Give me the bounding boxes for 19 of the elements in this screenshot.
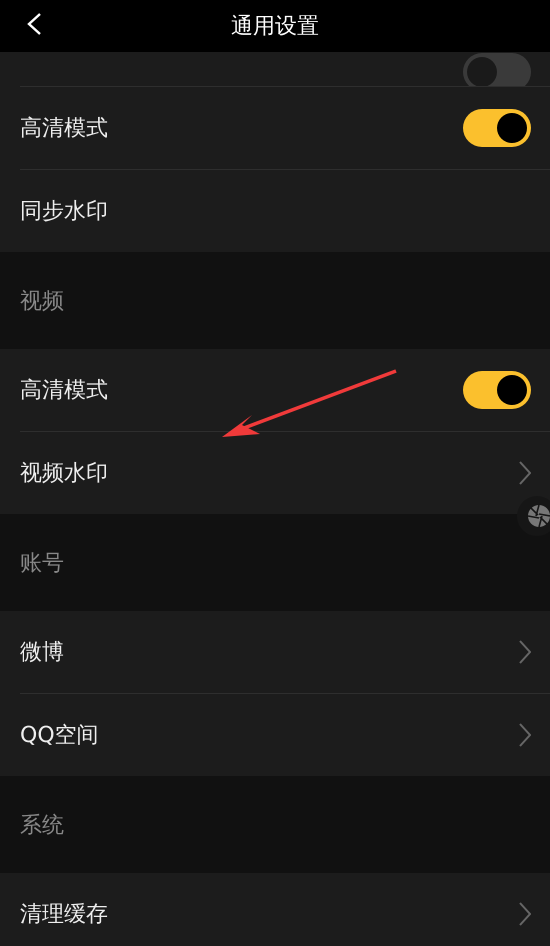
chevron-right-icon[interactable] (519, 723, 531, 747)
page-title: 通用设置 (231, 13, 319, 41)
setting-label: 高清模式 (20, 377, 109, 405)
back-icon[interactable] (26, 12, 42, 36)
chevron-right-icon[interactable] (519, 461, 531, 485)
setting-label: 高清模式 (20, 115, 109, 143)
section-title: 视频 (20, 288, 64, 316)
setting-label: 视频水印 (20, 460, 109, 488)
toggle-switch[interactable] (463, 109, 531, 147)
setting-label: QQ空间 (20, 722, 100, 750)
setting-label: 同步水印 (20, 198, 109, 226)
chevron-right-icon[interactable] (519, 902, 531, 926)
section-title: 系统 (20, 812, 64, 840)
setting-label: 清理缓存 (20, 901, 109, 929)
chevron-right-icon[interactable] (519, 640, 531, 664)
toggle-switch[interactable] (463, 371, 531, 409)
setting-label: 微博 (20, 639, 65, 667)
toggle-switch[interactable] (463, 53, 531, 86)
section-title: 账号 (20, 550, 64, 578)
